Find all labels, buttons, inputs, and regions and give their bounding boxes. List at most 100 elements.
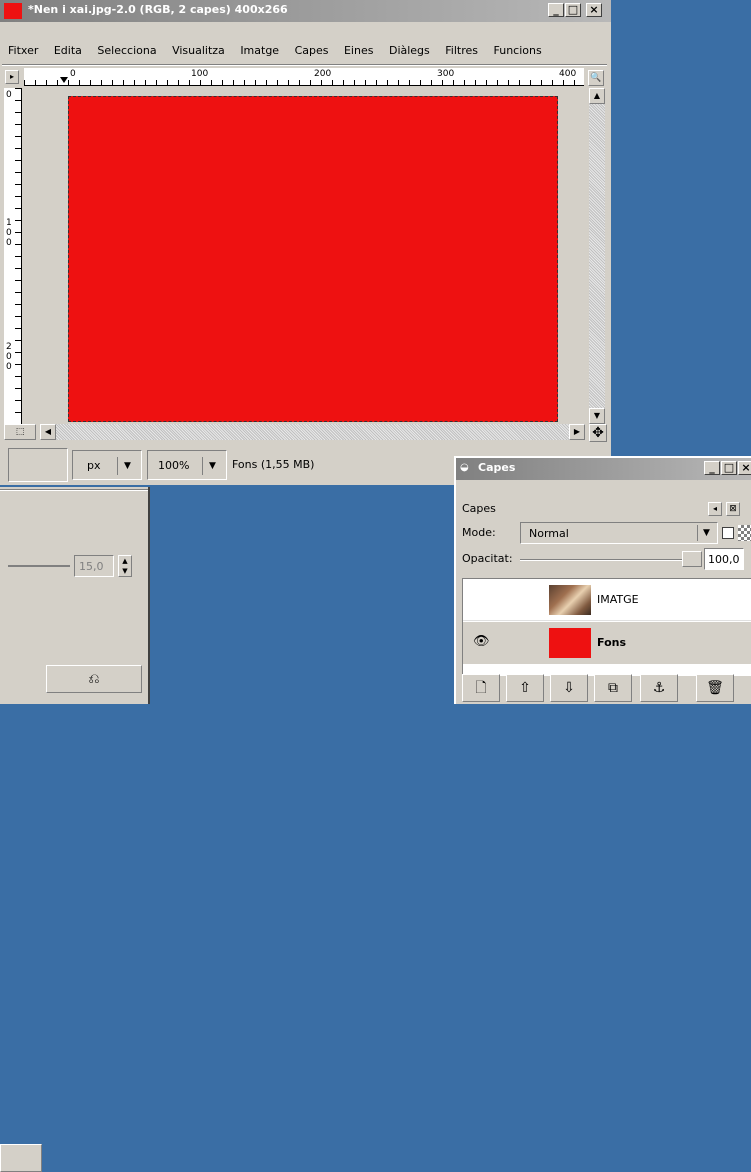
opacity-field[interactable]: 100,0 <box>704 548 744 570</box>
anchor-layer-button[interactable]: ⚓ <box>640 674 678 702</box>
app-icon <box>4 3 22 19</box>
horizontal-scrollbar[interactable]: ◀ ▶ <box>40 424 585 440</box>
dialog-minimize-button[interactable]: _ <box>704 461 720 475</box>
window-title: *Nen i xai.jpg-2.0 (RGB, 2 capes) 400x26… <box>28 3 288 16</box>
layer-row[interactable]: 👁 Fons <box>463 622 751 664</box>
maximize-button[interactable]: □ <box>565 3 581 17</box>
layer-name: IMATGE <box>597 593 639 606</box>
size-value: 15,0 <box>79 560 104 573</box>
size-field[interactable]: 15,0 <box>74 555 114 577</box>
mode-dropdown-arrow[interactable]: ▼ <box>697 525 715 541</box>
dialog-maximize-button[interactable]: □ <box>721 461 737 475</box>
arrow-down-icon: ⇩ <box>563 680 575 696</box>
menu-selecciona[interactable]: Selecciona <box>91 42 162 60</box>
menu-capes[interactable]: Capes <box>289 42 335 60</box>
tab-close-button[interactable]: ⊠ <box>726 502 740 516</box>
minimize-icon: _ <box>709 461 715 474</box>
menu-fitxer[interactable]: Fitxer <box>2 42 44 60</box>
status-info: Fons (1,55 MB) <box>232 458 315 471</box>
layer-thumbnail-fons <box>549 628 591 658</box>
ruler-horizontal[interactable]: 0 100 200 300 400 <box>24 68 584 86</box>
menu-funcions[interactable]: Funcions <box>488 42 548 60</box>
restore-button[interactable]: ⎌ <box>46 665 142 693</box>
menu-dialegs[interactable]: Diàlegs <box>383 42 436 60</box>
duplicate-layer-button[interactable]: ⧉ <box>594 674 632 702</box>
navigate-button[interactable]: ✥ <box>589 424 607 442</box>
dialog-title-bar[interactable]: ◒ Capes _ □ × <box>456 458 751 480</box>
size-stepper[interactable]: ▲ ▼ <box>118 555 132 577</box>
image-canvas[interactable] <box>68 96 558 422</box>
dialog-close-button[interactable]: × <box>738 461 751 475</box>
zoom-dropdown-arrow[interactable]: ▼ <box>202 457 222 475</box>
layer-list: IMATGE 👁 Fons <box>462 578 751 676</box>
toggle-mask-button[interactable]: ⬚ <box>4 424 36 440</box>
zoom-selector[interactable]: 100% ▼ <box>147 450 227 480</box>
tab-menu-button[interactable]: ◂ <box>708 502 722 516</box>
raise-layer-button[interactable]: ⇧ <box>506 674 544 702</box>
unit-dropdown-arrow[interactable]: ▼ <box>117 457 137 475</box>
left-panel: 15,0 ▲ ▼ ⎌ <box>0 487 150 1172</box>
duplicate-icon: ⧉ <box>608 680 618 696</box>
mode-select[interactable]: Normal ▼ <box>520 522 718 544</box>
unit-selector[interactable]: px ▼ <box>72 450 142 480</box>
menu-bar: Fitxer Edita Selecciona Visualitza Imatg… <box>2 42 607 62</box>
layer-name: Fons <box>597 636 627 649</box>
title-bar[interactable]: *Nen i xai.jpg-2.0 (RGB, 2 capes) 400x26… <box>0 0 611 22</box>
delete-layer-button[interactable]: 🗑 <box>696 674 734 702</box>
menu-eines[interactable]: Eines <box>338 42 379 60</box>
dialog-tab-label: Capes <box>462 502 496 515</box>
vertical-scrollbar[interactable]: ▲ ▼ <box>589 88 605 424</box>
scroll-up-button[interactable]: ▲ <box>589 88 605 104</box>
panel-left-button[interactable] <box>0 1144 42 1172</box>
layer-thumbnail-imatge <box>549 585 591 615</box>
maximize-icon: □ <box>723 461 735 474</box>
minimize-button[interactable]: _ <box>548 3 564 17</box>
unit-value: px <box>87 459 101 472</box>
ruler-vertical[interactable]: 0 1 0 0 2 0 0 <box>4 88 22 424</box>
lower-layer-button[interactable]: ⇩ <box>550 674 588 702</box>
mode-label: Mode: <box>462 526 496 539</box>
canvas-area[interactable] <box>24 88 584 424</box>
ruler-h-label: 200 <box>314 69 332 79</box>
opacity-label: Opacitat: <box>462 552 513 565</box>
ruler-h-label: 300 <box>437 69 455 79</box>
ruler-h-label: 0 <box>70 69 76 79</box>
scroll-left-button[interactable]: ◀ <box>40 424 56 440</box>
dialog-title: Capes <box>478 461 516 474</box>
ruler-v-label: 1 0 0 <box>6 218 12 248</box>
menu-visualitza[interactable]: Visualitza <box>166 42 231 60</box>
restore-icon: ⎌ <box>88 671 100 687</box>
zoom-fit-button[interactable]: 🔍 <box>588 70 604 86</box>
image-window: *Nen i xai.jpg-2.0 (RGB, 2 capes) 400x26… <box>0 0 611 485</box>
scroll-right-button[interactable]: ▶ <box>569 424 585 440</box>
maximize-icon: □ <box>567 3 579 16</box>
magnifier-icon: 🔍 <box>590 73 602 83</box>
close-button[interactable]: × <box>586 3 602 17</box>
move-arrows-icon: ✥ <box>592 425 604 441</box>
new-layer-button[interactable]: 🗋 <box>462 674 500 702</box>
status-pointer-area <box>8 448 68 482</box>
menu-filtres[interactable]: Filtres <box>439 42 484 60</box>
visibility-toggle[interactable] <box>473 591 493 609</box>
slider-track[interactable] <box>8 565 70 567</box>
mode-value: Normal <box>529 527 569 540</box>
ruler-h-label: 400 <box>559 69 577 79</box>
dotted-box-icon: ⬚ <box>15 427 25 437</box>
quick-mask-button[interactable]: ▸ <box>5 70 19 84</box>
ruler-v-label: 0 <box>6 90 12 100</box>
lock-alpha-checkbox[interactable] <box>722 527 734 539</box>
ruler-v-label: 2 0 0 <box>6 342 12 372</box>
alpha-icon <box>738 525 751 541</box>
minimize-icon: _ <box>553 3 559 16</box>
opacity-slider-handle[interactable] <box>682 551 702 567</box>
ruler-h-label: 100 <box>191 69 209 79</box>
menu-imatge[interactable]: Imatge <box>234 42 285 60</box>
scroll-down-button[interactable]: ▼ <box>589 408 605 424</box>
opacity-slider-track[interactable] <box>520 559 698 561</box>
menu-separator <box>2 64 607 66</box>
eye-icon[interactable]: 👁 <box>473 634 490 649</box>
layers-dialog: ◒ Capes _ □ × Capes ◂ ⊠ Mode: Normal ▼ O… <box>454 456 751 704</box>
menu-edita[interactable]: Edita <box>48 42 88 60</box>
zoom-value: 100% <box>158 459 190 472</box>
layer-row[interactable]: IMATGE <box>463 579 751 621</box>
